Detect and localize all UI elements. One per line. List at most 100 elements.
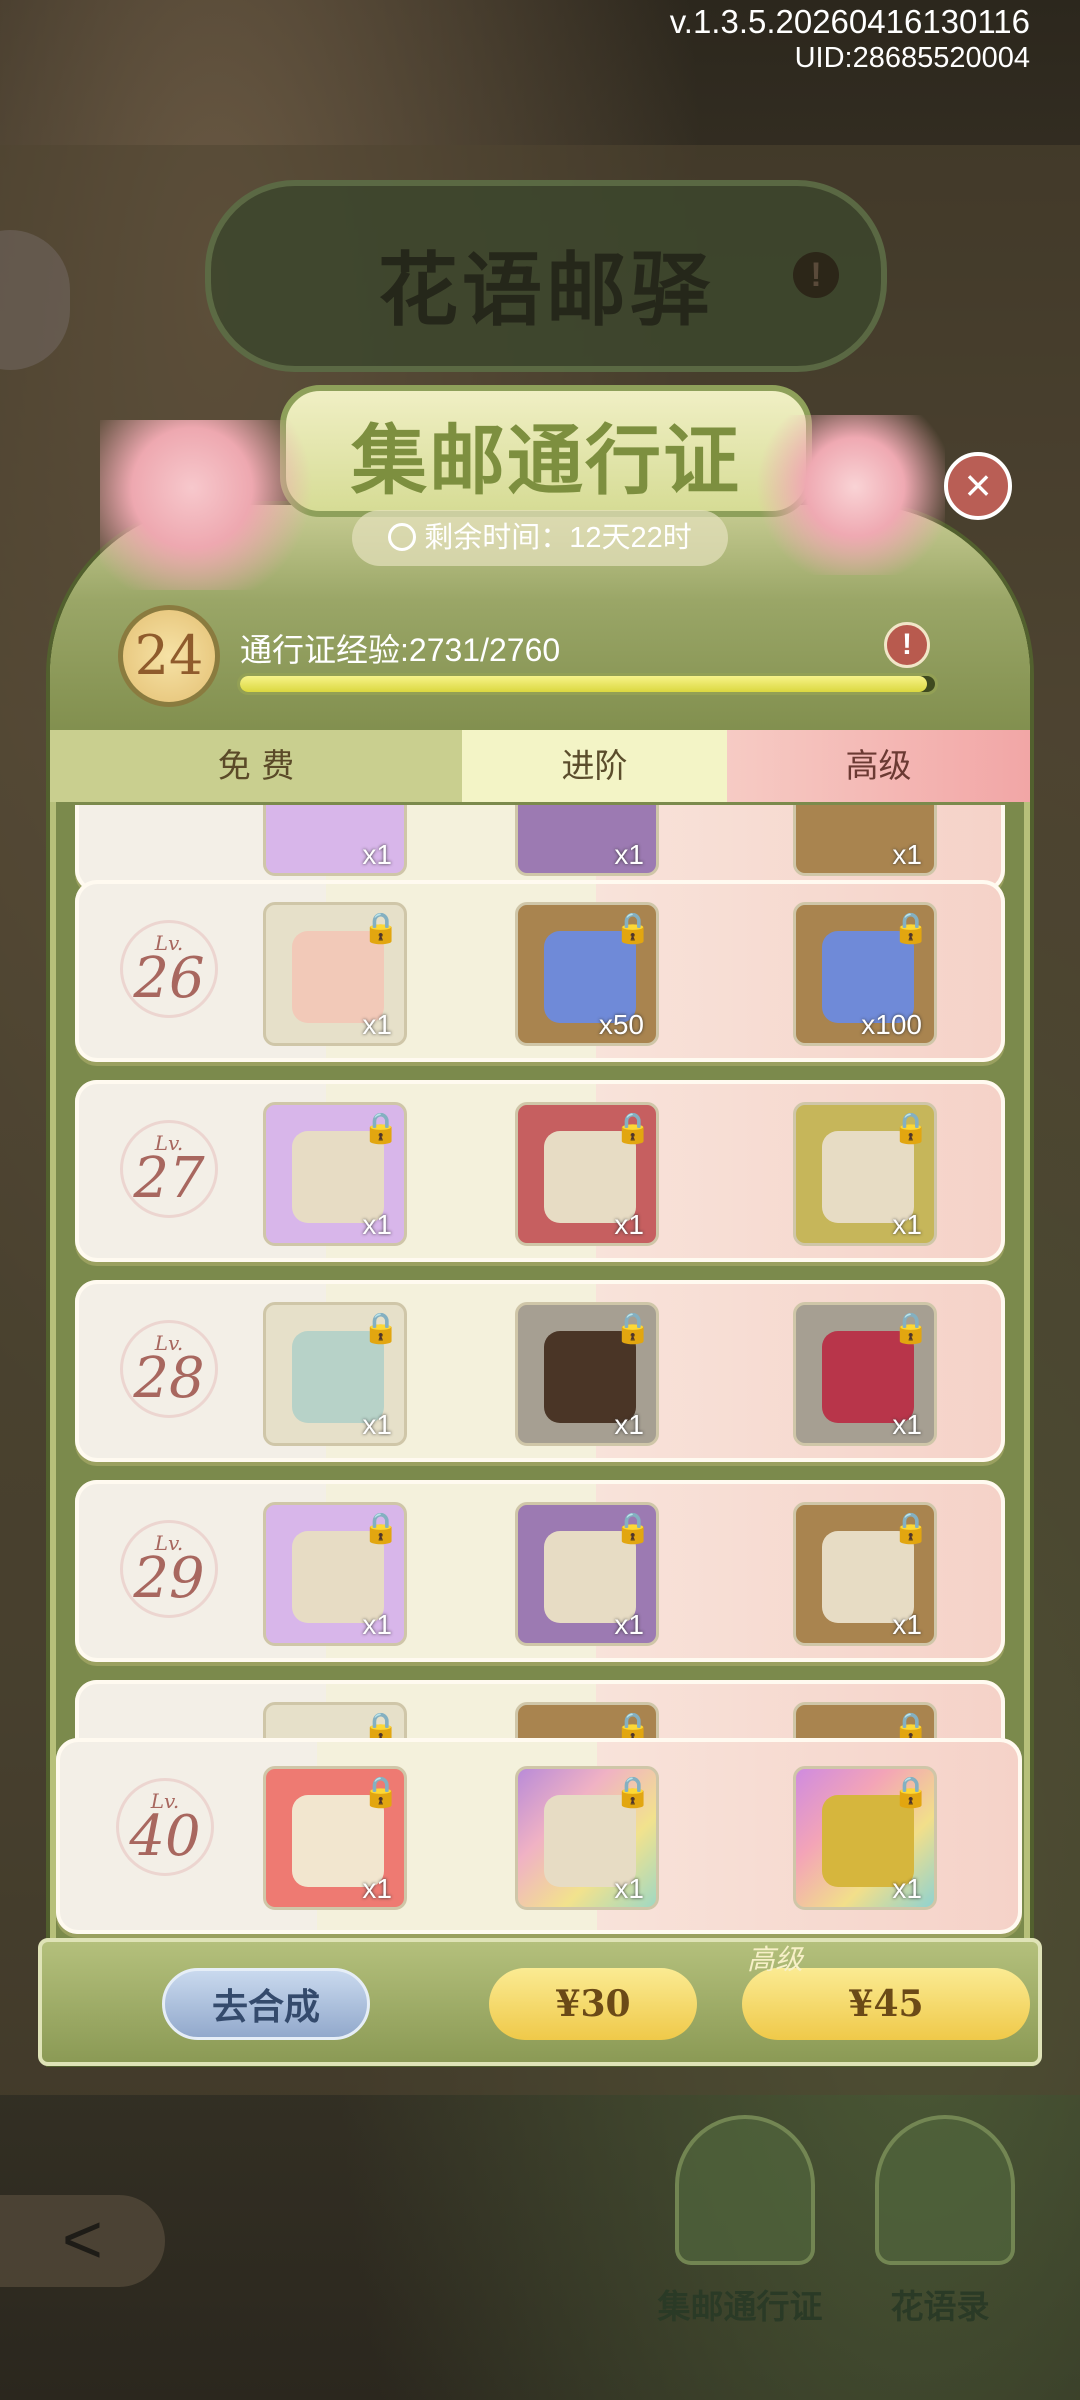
row-level-number: 29 [133, 1546, 205, 1611]
row-level-number: 26 [133, 946, 205, 1011]
reward-row: Lv. 29 🔒 x1 🔒 x1 🔒 x1 [75, 1480, 1005, 1662]
cherry-blossom-decoration-left [100, 420, 330, 590]
reward-quantity: x1 [362, 1009, 392, 1040]
row-level-number: 27 [133, 1146, 205, 1211]
back-button[interactable]: < [0, 2195, 165, 2287]
synthesize-button[interactable]: 去合成 [162, 1968, 370, 2040]
nav-flower-log[interactable]: 花语录 [860, 2115, 1020, 2326]
exclamation-icon[interactable]: ! [884, 622, 930, 668]
reward-slot-free[interactable]: 🔒 x1 [263, 1502, 407, 1646]
row-level-badge: Lv. 26 [120, 920, 218, 1018]
reward-slot-premium[interactable]: 🔒 x100 [793, 902, 937, 1046]
reward-quantity: x1 [892, 1609, 922, 1640]
lock-icon: 🔒 [362, 1776, 400, 1809]
lock-icon: 🔒 [362, 1312, 400, 1345]
buy-advanced-button[interactable]: ¥30 [489, 1968, 697, 2040]
lock-icon: 🔒 [614, 1112, 652, 1145]
row-level-number: 28 [133, 1346, 205, 1411]
pass-title-plaque: 集邮通行证 [280, 385, 812, 517]
milestone-reward-row: Lv. 40 🔒 x1 🔒 x1 🔒 x1 [56, 1738, 1022, 1934]
lock-icon: 🔒 [614, 912, 652, 945]
reward-slot-premium[interactable]: 🔒 x1 [793, 1766, 937, 1910]
lock-icon: 🔒 [614, 1512, 652, 1545]
uid-text: UID:28685520004 [794, 42, 1030, 74]
reward-row: x1 x1 x1 [75, 805, 1005, 892]
premium-tag: 高级 [747, 1943, 804, 1976]
reward-slot-free[interactable]: 🔒 x1 [263, 1302, 407, 1446]
lock-icon: 🔒 [362, 912, 400, 945]
version-text: v.1.3.5.20260416130116 [669, 3, 1030, 40]
reward-slot-premium[interactable]: 🔒 x1 [793, 1102, 937, 1246]
reward-slot-advanced[interactable]: 🔒 x50 [515, 902, 659, 1046]
stamp-letter-icon [675, 2115, 815, 2265]
nav-pass-label: 集邮通行证 [657, 2287, 823, 2326]
background-info-icon: ! [793, 252, 839, 298]
reward-row: Lv. 28 🔒 x1 🔒 x1 🔒 x1 [75, 1280, 1005, 1462]
reward-quantity: x1 [614, 839, 644, 870]
reward-slot-free[interactable]: x1 [263, 805, 407, 876]
reward-quantity: x1 [614, 1873, 644, 1904]
reward-quantity: x1 [614, 1409, 644, 1440]
cherry-blossom-decoration-right [745, 415, 945, 575]
reward-quantity: x1 [362, 1409, 392, 1440]
back-arrow-icon: < [62, 2200, 103, 2278]
reward-slot-advanced[interactable]: x1 [515, 805, 659, 876]
row-level-badge: Lv. 28 [120, 1320, 218, 1418]
reward-quantity: x1 [362, 1609, 392, 1640]
lock-icon: 🔒 [362, 1112, 400, 1145]
pass-title: 集邮通行证 [351, 416, 741, 505]
reward-slot-premium[interactable]: x1 [793, 805, 937, 876]
nav-flower-log-label: 花语录 [890, 2287, 990, 2326]
clock-icon [388, 523, 417, 552]
reward-quantity: x1 [614, 1609, 644, 1640]
nav-pass[interactable]: 集邮通行证 [658, 2115, 823, 2326]
reward-slot-premium[interactable]: 🔒 x1 [793, 1302, 937, 1446]
reward-quantity: x100 [861, 1009, 922, 1040]
background-title: 花语邮驿 [378, 243, 714, 337]
reward-quantity: x1 [892, 1409, 922, 1440]
background-plaque: 花语邮驿 ! [205, 180, 887, 372]
reward-quantity: x1 [362, 1873, 392, 1904]
reward-slot-premium[interactable]: 🔒 x1 [793, 1502, 937, 1646]
tab-advanced: 进阶 [462, 730, 727, 802]
lock-icon: 🔒 [614, 1312, 652, 1345]
lock-icon: 🔒 [892, 1112, 930, 1145]
lock-icon: 🔒 [892, 1312, 930, 1345]
flower-tag-icon [875, 2115, 1015, 2265]
lock-icon: 🔒 [614, 1776, 652, 1809]
buy-premium-button[interactable]: ¥45 [742, 1968, 1030, 2040]
reward-slot-advanced[interactable]: 🔒 x1 [515, 1766, 659, 1910]
reward-quantity: x1 [892, 1873, 922, 1904]
remaining-time: 剩余时间：12天22时 [352, 510, 728, 566]
reward-slot-advanced[interactable]: 🔒 x1 [515, 1102, 659, 1246]
tab-free: 免 费 [50, 730, 462, 802]
reward-slot-free[interactable]: 🔒 x1 [263, 902, 407, 1046]
remaining-time-text: 剩余时间：12天22时 [424, 522, 692, 554]
purchase-bar: 去合成 ¥30 ¥45 高级 [38, 1938, 1042, 2066]
reward-row: Lv. 26 🔒 x1 🔒 x50 🔒 x100 [75, 880, 1005, 1062]
reward-slot-free[interactable]: 🔒 x1 [263, 1766, 407, 1910]
row-level-badge: Lv. 27 [120, 1120, 218, 1218]
reward-quantity: x1 [892, 1209, 922, 1240]
reward-slot-free[interactable]: 🔒 x1 [263, 1102, 407, 1246]
version-info: v.1.3.5.20260416130116 UID:28685520004 [670, 4, 1030, 76]
reward-tier-header: 免 费 进阶 高级 [50, 730, 1030, 802]
reward-slot-advanced[interactable]: 🔒 x1 [515, 1302, 659, 1446]
reward-quantity: x1 [362, 1209, 392, 1240]
row-level-badge: Lv. 40 [116, 1778, 214, 1876]
pass-level-badge: 24 [118, 605, 220, 707]
reward-quantity: x1 [892, 839, 922, 870]
pass-exp-label: 通行证经验:2731/2760 [240, 632, 561, 668]
reward-quantity: x50 [598, 1009, 644, 1040]
tab-premium: 高级 [727, 730, 1030, 802]
pass-exp-fill [240, 676, 928, 692]
lock-icon: 🔒 [892, 912, 930, 945]
row-level-number: 40 [129, 1804, 201, 1869]
reward-slot-advanced[interactable]: 🔒 x1 [515, 1502, 659, 1646]
pass-exp-bar [240, 676, 935, 692]
close-button[interactable]: × [944, 452, 1012, 520]
reward-quantity: x1 [362, 839, 392, 870]
row-level-badge: Lv. 29 [120, 1520, 218, 1618]
reward-row: Lv. 27 🔒 x1 🔒 x1 🔒 x1 [75, 1080, 1005, 1262]
lock-icon: 🔒 [892, 1776, 930, 1809]
